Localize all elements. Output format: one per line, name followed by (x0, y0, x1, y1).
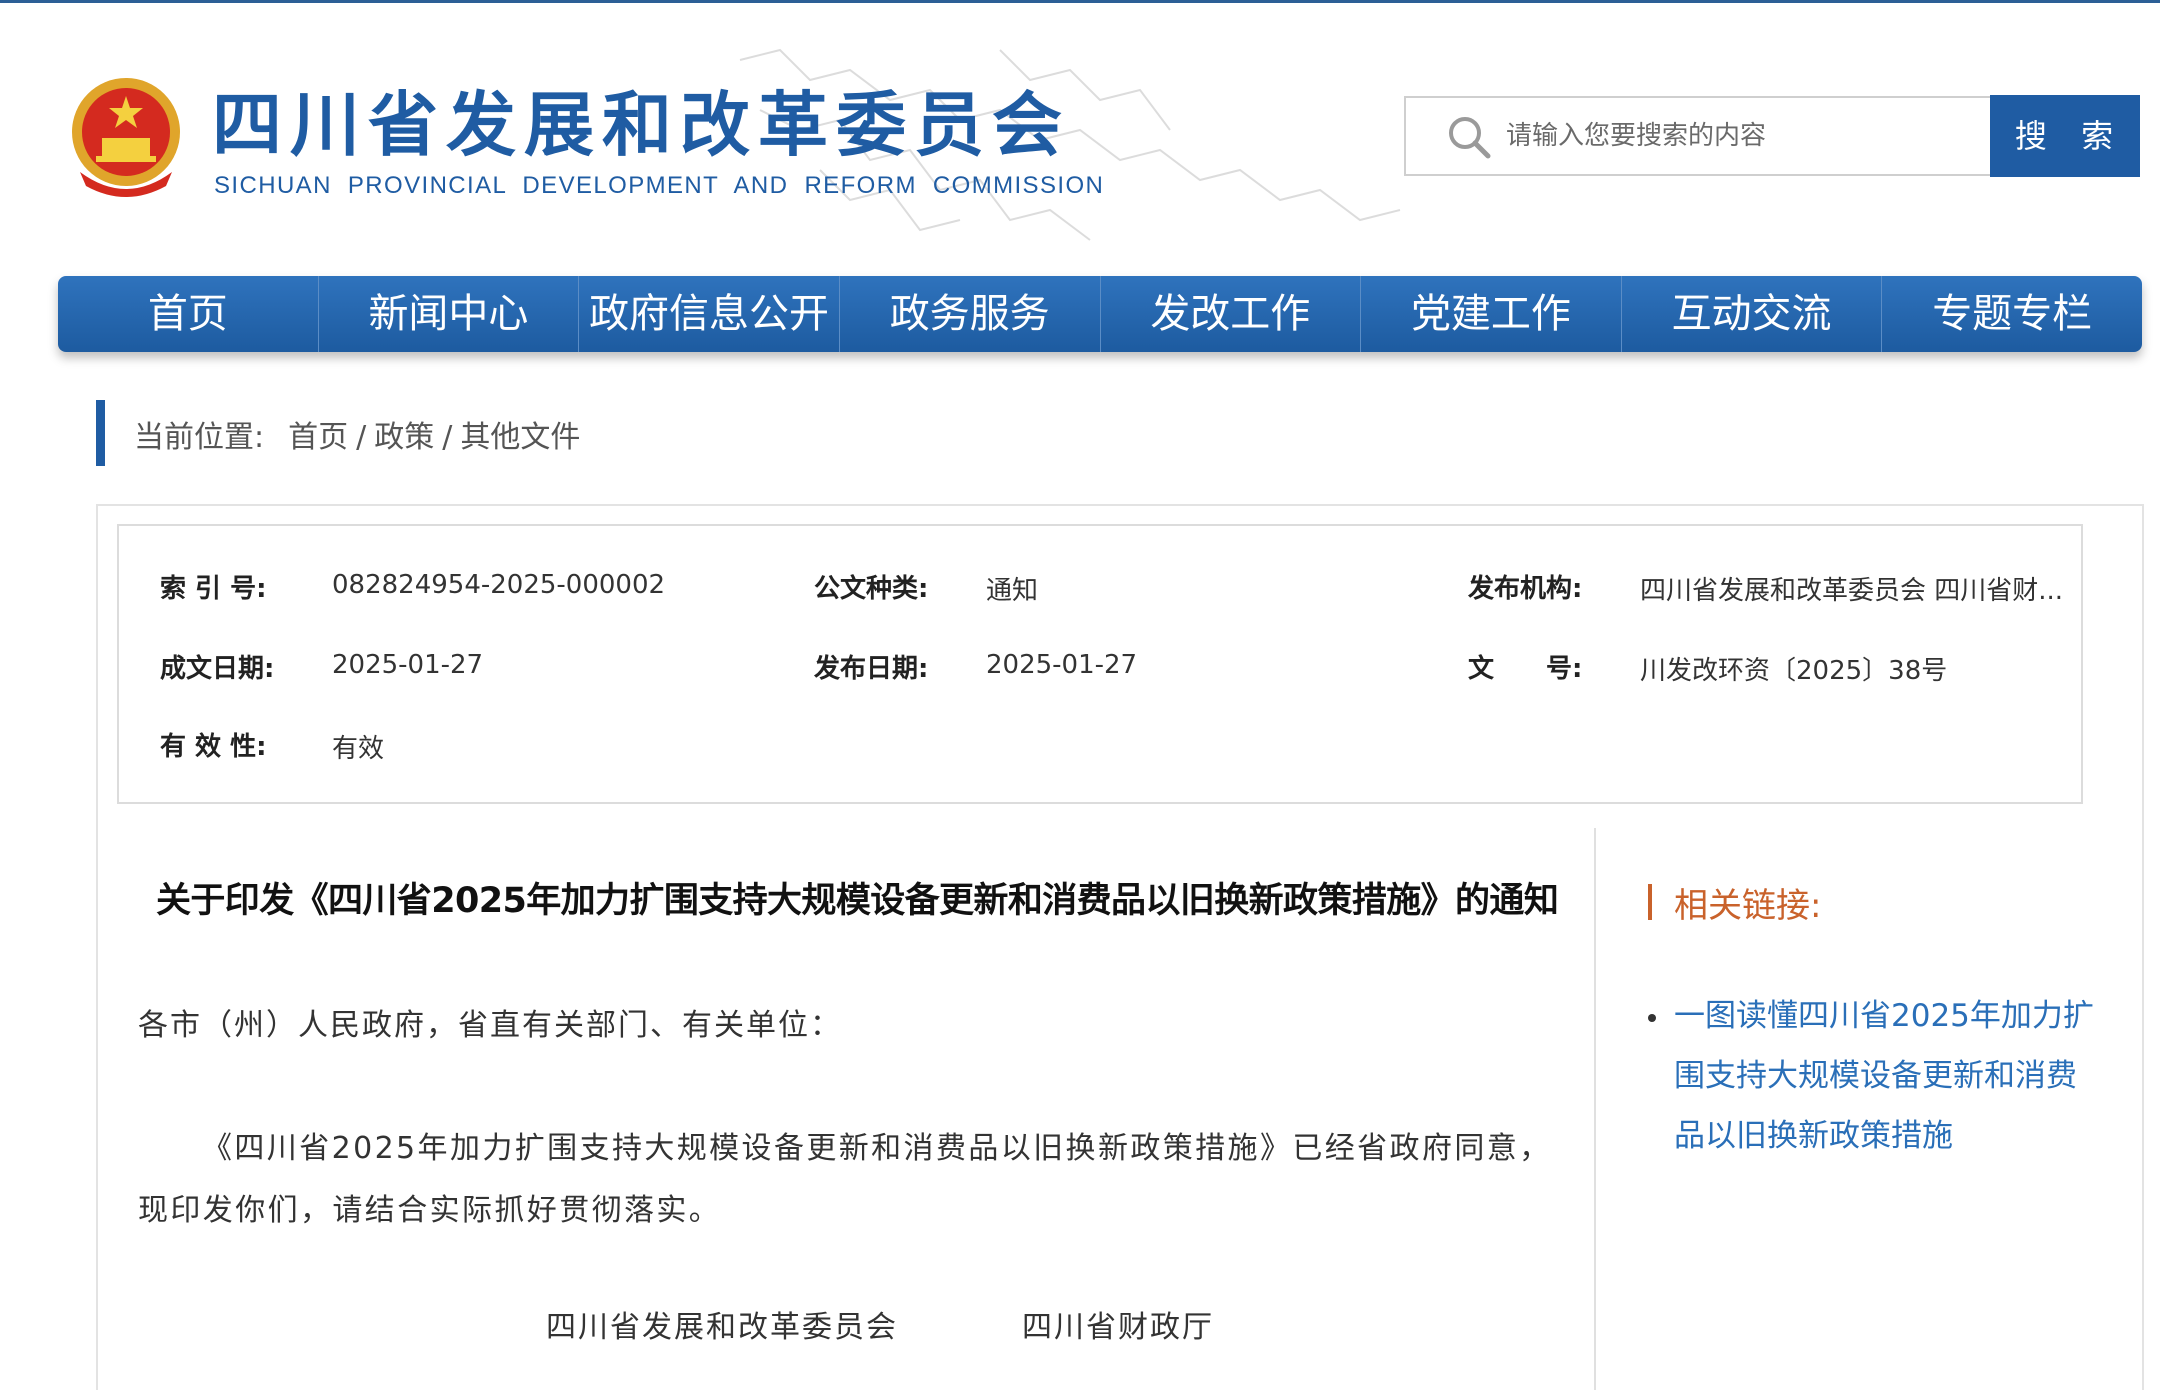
search-box (1404, 96, 1990, 176)
column-divider (1594, 828, 1596, 1390)
breadcrumb-item-home[interactable]: 首页 (288, 420, 348, 455)
meta-validity-value: 有效 (332, 734, 385, 764)
top-border (0, 0, 2160, 3)
meta-validity-label: 有 效 性: (160, 732, 267, 762)
nav-item-party-building[interactable]: 党建工作 (1361, 276, 1622, 352)
related-title-bar (1648, 884, 1652, 920)
meta-doctype-value: 通知 (986, 576, 1039, 606)
main-nav: 首页 新闻中心 政府信息公开 政务服务 发改工作 党建工作 互动交流 专题专栏 (58, 276, 2142, 352)
breadcrumb-separator: / (442, 420, 453, 455)
signatory-reform-commission: 四川省发展和改革委员会 (546, 1310, 898, 1345)
related-links-title: 相关链接: (1674, 886, 1822, 926)
search-icon (1449, 117, 1491, 159)
breadcrumb-item-policy[interactable]: 政策 (374, 420, 434, 455)
article-title: 关于印发《四川省2025年加力扩围支持大规模设备更新和消费品以旧换新政策措施》的… (156, 881, 1559, 921)
breadcrumb-label: 当前位置: (134, 420, 265, 455)
meta-docno-value: 川发改环资〔2025〕38号 (1640, 656, 1948, 686)
site-subtitle: SICHUAN PROVINCIAL DEVELOPMENT AND REFOR… (214, 172, 1105, 199)
meta-published-value: 2025-01-27 (986, 650, 1138, 680)
related-link[interactable]: 一图读懂四川省2025年加力扩围支持大规模设备更新和消费品以旧换新政策措施 (1674, 986, 2094, 1166)
nav-item-home[interactable]: 首页 (58, 276, 319, 352)
breadcrumb-item-other-files[interactable]: 其他文件 (460, 420, 580, 455)
breadcrumb-bar (96, 400, 105, 466)
meta-publisher-label: 发布机构: (1468, 574, 1583, 604)
nav-item-special-topics[interactable]: 专题专栏 (1882, 276, 2142, 352)
nav-item-reform-work[interactable]: 发改工作 (1101, 276, 1362, 352)
search-button[interactable]: 搜 索 (1990, 95, 2140, 177)
meta-written-label: 成文日期: (160, 654, 275, 684)
breadcrumb-separator: / (356, 420, 367, 455)
meta-index-value: 082824954-2025-000002 (332, 570, 666, 600)
article-greeting: 各市（州）人民政府，省直有关部门、有关单位： (138, 1008, 842, 1043)
meta-docno-label: 文 号: (1468, 654, 1583, 684)
nav-item-news[interactable]: 新闻中心 (319, 276, 580, 352)
national-emblem-icon (72, 78, 180, 197)
nav-item-gov-info[interactable]: 政府信息公开 (579, 276, 840, 352)
meta-publisher-value: 四川省发展和改革委员会 四川省财... (1640, 576, 2064, 606)
related-link-bullet (1648, 1014, 1656, 1022)
article-body: 《四川省2025年加力扩围支持大规模设备更新和消费品以旧换新政策措施》已经省政府… (138, 1131, 1552, 1228)
meta-index-label: 索 引 号: (160, 574, 267, 604)
nav-item-interaction[interactable]: 互动交流 (1622, 276, 1883, 352)
nav-item-services[interactable]: 政务服务 (840, 276, 1101, 352)
site-title[interactable]: 四川省发展和改革委员会 (212, 80, 1070, 170)
meta-written-value: 2025-01-27 (332, 650, 484, 680)
breadcrumb: 当前位置: 首页 / 政策 / 其他文件 (134, 412, 580, 456)
meta-published-label: 发布日期: (814, 654, 929, 684)
meta-doctype-label: 公文种类: (814, 574, 929, 604)
signatory-finance-dept: 四川省财政厅 (1022, 1310, 1214, 1345)
search-input[interactable] (1506, 98, 1976, 174)
